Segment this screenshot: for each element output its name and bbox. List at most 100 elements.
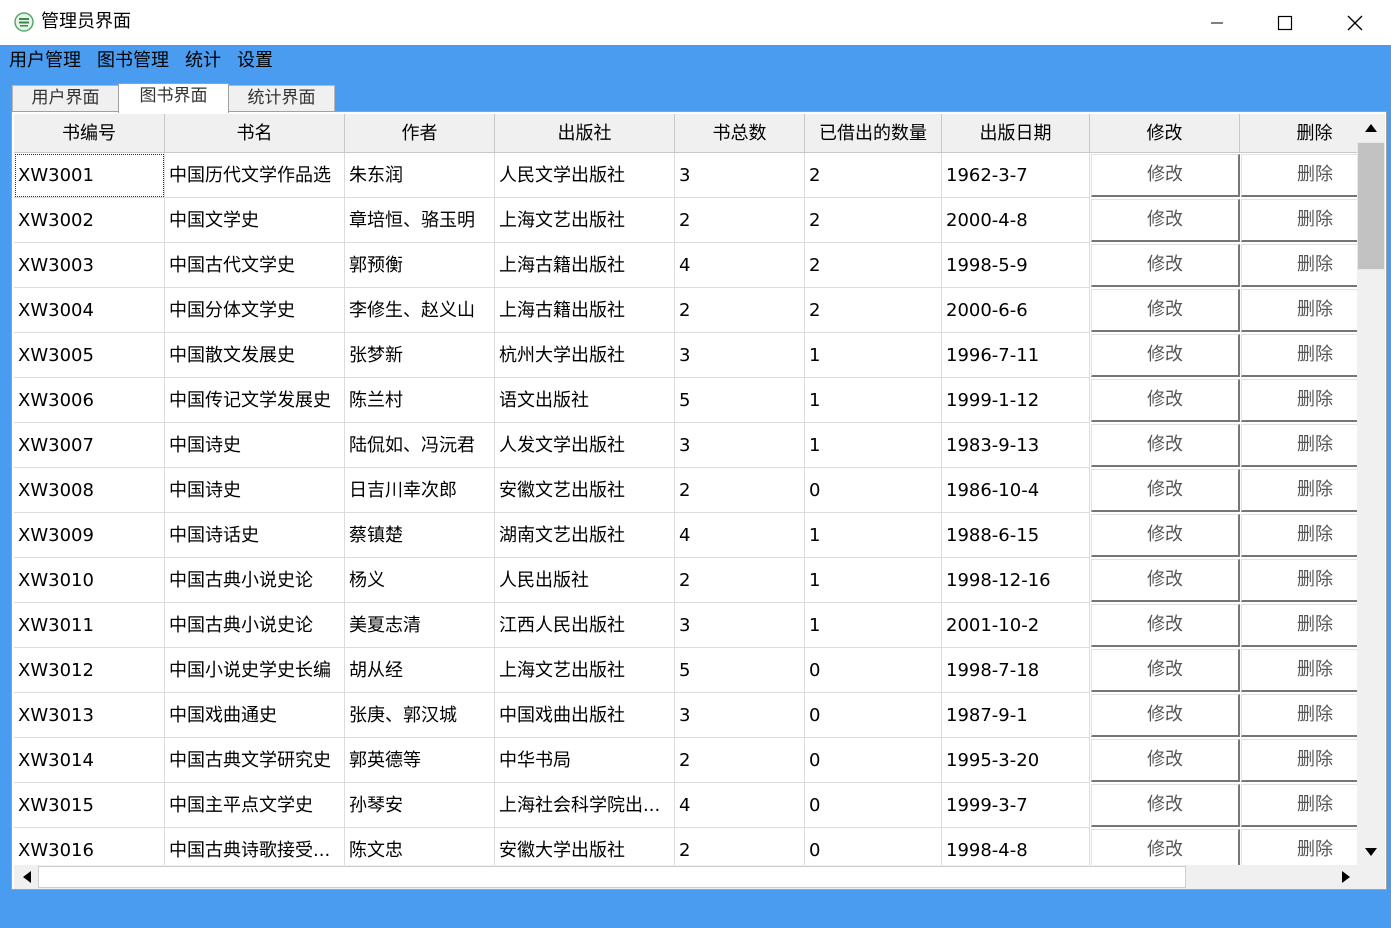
cell-total[interactable]: 2 — [675, 468, 805, 513]
menu-user-management[interactable]: 用户管理 — [9, 49, 81, 73]
horizontal-scrollbar[interactable] — [14, 865, 1385, 889]
header-author[interactable]: 作者 — [345, 114, 495, 153]
cell-book-id[interactable]: XW3005 — [14, 333, 165, 378]
edit-button[interactable]: 修改 — [1091, 694, 1240, 737]
delete-button[interactable]: 删除 — [1241, 154, 1357, 197]
cell-publisher[interactable]: 安徽文艺出版社 — [495, 468, 675, 513]
menu-book-management[interactable]: 图书管理 — [97, 49, 169, 73]
edit-button[interactable]: 修改 — [1091, 334, 1240, 377]
cell-pub-date[interactable]: 1995-3-20 — [942, 738, 1090, 783]
maximize-button[interactable] — [1250, 0, 1320, 45]
edit-button[interactable]: 修改 — [1091, 784, 1240, 827]
cell-title[interactable]: 中国分体文学史 — [165, 288, 345, 333]
cell-total[interactable]: 5 — [675, 378, 805, 423]
cell-book-id[interactable]: XW3006 — [14, 378, 165, 423]
cell-total[interactable]: 2 — [675, 198, 805, 243]
cell-pub-date[interactable]: 2001-10-2 — [942, 603, 1090, 648]
cell-borrowed[interactable]: 1 — [805, 423, 942, 468]
cell-borrowed[interactable]: 0 — [805, 738, 942, 783]
cell-author[interactable]: 郭预衡 — [345, 243, 495, 288]
table-row[interactable]: XW3013 中国戏曲通史 张庚、郭汉城 中国戏曲出版社 3 0 1987-9-1 修改 删除 — [14, 693, 1357, 738]
edit-button[interactable]: 修改 — [1091, 244, 1240, 287]
cell-title[interactable]: 中国戏曲通史 — [165, 693, 345, 738]
cell-publisher[interactable]: 湖南文艺出版社 — [495, 513, 675, 558]
menu-settings[interactable]: 设置 — [237, 49, 273, 73]
header-book-id[interactable]: 书编号 — [14, 114, 165, 153]
cell-borrowed[interactable]: 0 — [805, 783, 942, 828]
cell-borrowed[interactable]: 2 — [805, 288, 942, 333]
cell-author[interactable]: 杨义 — [345, 558, 495, 603]
cell-publisher[interactable]: 语文出版社 — [495, 378, 675, 423]
cell-total[interactable]: 2 — [675, 738, 805, 783]
cell-borrowed[interactable]: 0 — [805, 693, 942, 738]
table-row[interactable]: XW3003 中国古代文学史 郭预衡 上海古籍出版社 4 2 1998-5-9 修改 删除 — [14, 243, 1357, 288]
cell-book-id[interactable]: XW3015 — [14, 783, 165, 828]
edit-button[interactable]: 修改 — [1091, 829, 1240, 865]
edit-button[interactable]: 修改 — [1091, 739, 1240, 782]
cell-pub-date[interactable]: 1998-7-18 — [942, 648, 1090, 693]
table-row[interactable]: XW3004 中国分体文学史 李修生、赵义山 上海古籍出版社 2 2 2000-6-6 修改删… — [14, 288, 1357, 333]
cell-title[interactable]: 中国古典文学研究史 — [165, 738, 345, 783]
table-row[interactable]: XW3007 中国诗史 陆侃如、冯沅君 人发文学出版社 3 1 1983-9-13 修改 删除 — [14, 423, 1357, 468]
cell-book-id[interactable]: XW3010 — [14, 558, 165, 603]
cell-borrowed[interactable]: 0 — [805, 468, 942, 513]
tab-book[interactable]: 图书界面 — [118, 83, 229, 113]
cell-total[interactable]: 5 — [675, 648, 805, 693]
table-row[interactable]: XW3008 中国诗史 日吉川幸次郎 安徽文艺出版社 2 0 1986-10-4 修改 删除 — [14, 468, 1357, 513]
close-button[interactable] — [1320, 0, 1390, 45]
table-row[interactable]: XW3006 中国传记文学发展史 陈兰村 语文出版社 5 1 1999-1-12 修改 删除 — [14, 378, 1357, 423]
cell-borrowed[interactable]: 1 — [805, 558, 942, 603]
cell-author[interactable]: 章培恒、骆玉明 — [345, 198, 495, 243]
cell-title[interactable]: 中国散文发展史 — [165, 333, 345, 378]
table-row[interactable]: XW3015 中国主平点文学史 孙琴安 上海社会科学院出... 4 0 1999-3-7 修改… — [14, 783, 1357, 828]
table-row[interactable]: XW3001 中国历代文学作品选 朱东润 人民文学出版社 3 2 1962-3-7 修改 删除 — [14, 153, 1357, 198]
title-bar[interactable]: 管理员界面 — [0, 0, 1391, 45]
cell-pub-date[interactable]: 1987-9-1 — [942, 693, 1090, 738]
delete-button[interactable]: 删除 — [1241, 199, 1357, 242]
delete-button[interactable]: 删除 — [1241, 559, 1357, 602]
delete-button[interactable]: 删除 — [1241, 469, 1357, 512]
cell-publisher[interactable]: 上海文艺出版社 — [495, 198, 675, 243]
cell-publisher[interactable]: 上海古籍出版社 — [495, 243, 675, 288]
edit-button[interactable]: 修改 — [1091, 649, 1240, 692]
cell-pub-date[interactable]: 2000-4-8 — [942, 198, 1090, 243]
cell-pub-date[interactable]: 1998-5-9 — [942, 243, 1090, 288]
cell-pub-date[interactable]: 1998-12-16 — [942, 558, 1090, 603]
cell-book-id[interactable]: XW3016 — [14, 828, 165, 865]
delete-button[interactable]: 删除 — [1241, 829, 1357, 865]
cell-title[interactable]: 中国小说史学史长编 — [165, 648, 345, 693]
cell-publisher[interactable]: 杭州大学出版社 — [495, 333, 675, 378]
cell-title[interactable]: 中国诗话史 — [165, 513, 345, 558]
cell-book-id[interactable]: XW3009 — [14, 513, 165, 558]
cell-pub-date[interactable]: 2000-6-6 — [942, 288, 1090, 333]
cell-publisher[interactable]: 上海社会科学院出... — [495, 783, 675, 828]
cell-pub-date[interactable]: 1996-7-11 — [942, 333, 1090, 378]
edit-button[interactable]: 修改 — [1091, 559, 1240, 602]
cell-book-id[interactable]: XW3004 — [14, 288, 165, 333]
cell-total[interactable]: 3 — [675, 693, 805, 738]
edit-button[interactable]: 修改 — [1091, 154, 1240, 197]
cell-title[interactable]: 中国诗史 — [165, 423, 345, 468]
cell-borrowed[interactable]: 0 — [805, 648, 942, 693]
cell-borrowed[interactable]: 2 — [805, 153, 942, 198]
cell-pub-date[interactable]: 1988-6-15 — [942, 513, 1090, 558]
cell-pub-date[interactable]: 1999-1-12 — [942, 378, 1090, 423]
cell-publisher[interactable]: 安徽大学出版社 — [495, 828, 675, 865]
delete-button[interactable]: 删除 — [1241, 694, 1357, 737]
cell-title[interactable]: 中国诗史 — [165, 468, 345, 513]
table-row[interactable]: XW3012 中国小说史学史长编 胡从经 上海文艺出版社 5 0 1998-7-18 修改 删除 — [14, 648, 1357, 693]
vertical-scroll-thumb[interactable] — [1357, 142, 1385, 270]
cell-publisher[interactable]: 人民文学出版社 — [495, 153, 675, 198]
table-row[interactable]: XW3005 中国散文发展史 张梦新 杭州大学出版社 3 1 1996-7-11 修改 删除 — [14, 333, 1357, 378]
cell-title[interactable]: 中国传记文学发展史 — [165, 378, 345, 423]
delete-button[interactable]: 删除 — [1241, 424, 1357, 467]
cell-total[interactable]: 3 — [675, 153, 805, 198]
table-row[interactable]: XW3016 中国古典诗歌接受... 陈文忠 安徽大学出版社 2 0 1998-4-8 修改删… — [14, 828, 1357, 865]
cell-borrowed[interactable]: 1 — [805, 378, 942, 423]
cell-borrowed[interactable]: 1 — [805, 333, 942, 378]
cell-publisher[interactable]: 人发文学出版社 — [495, 423, 675, 468]
cell-publisher[interactable]: 人民出版社 — [495, 558, 675, 603]
header-pub-date[interactable]: 出版日期 — [942, 114, 1090, 153]
cell-total[interactable]: 2 — [675, 288, 805, 333]
cell-title[interactable]: 中国文学史 — [165, 198, 345, 243]
